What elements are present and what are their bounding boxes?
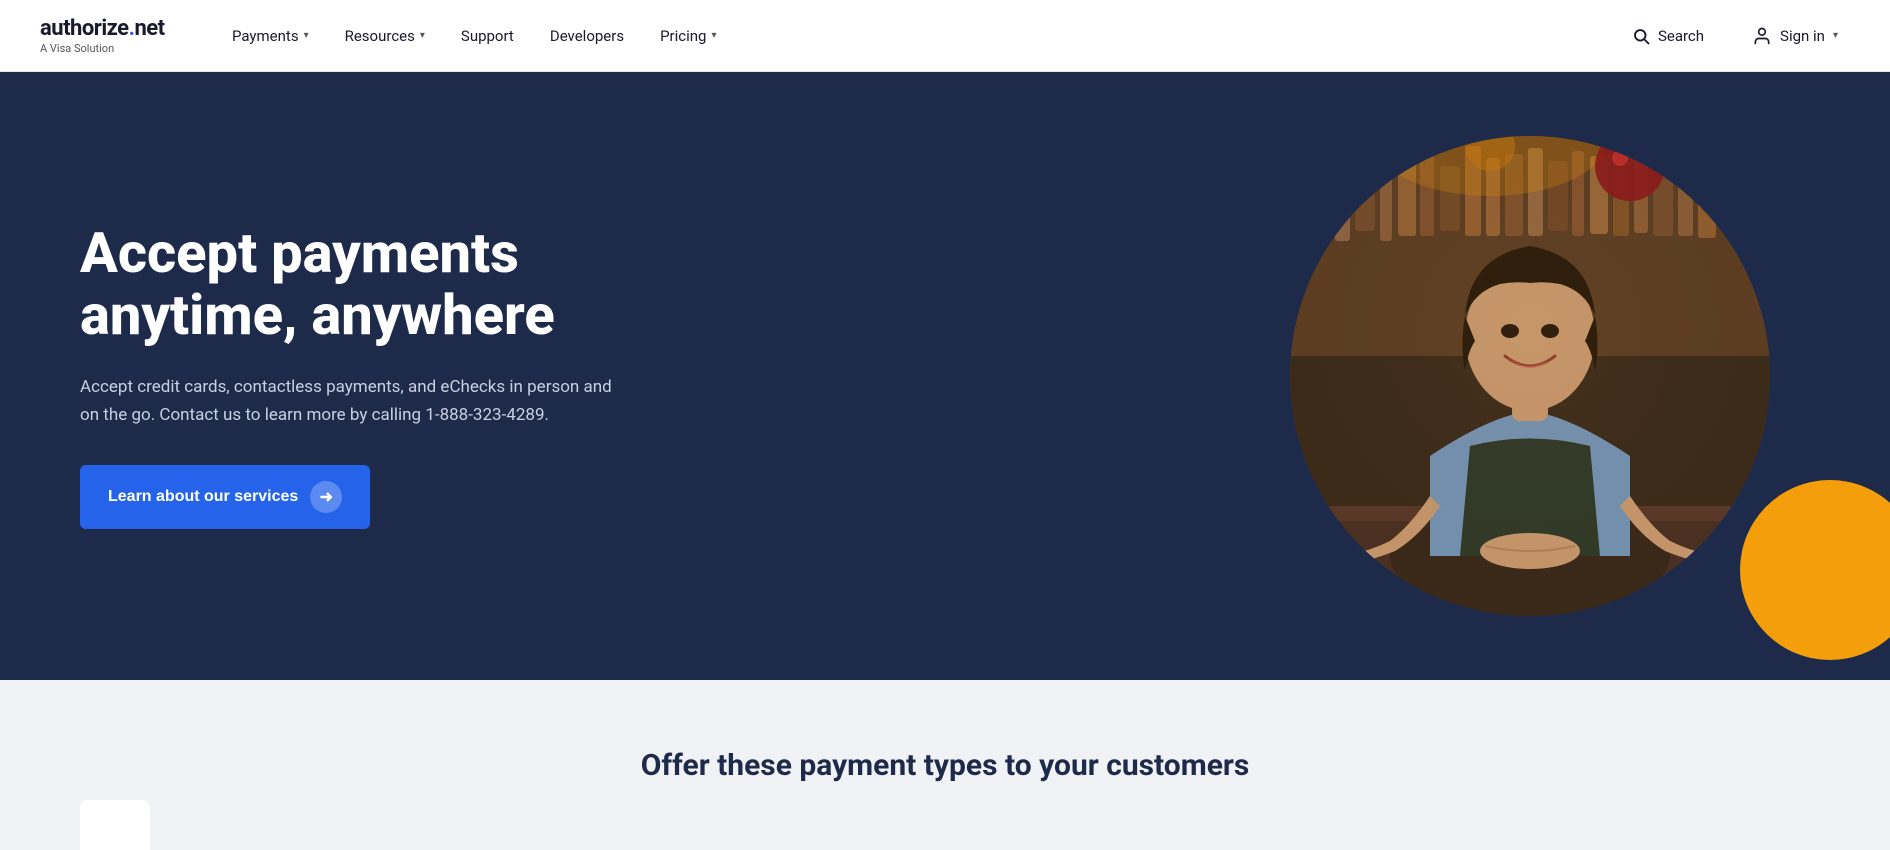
chevron-down-icon: ▾	[304, 30, 309, 41]
payment-types-title: Offer these payment types to your custom…	[641, 748, 1250, 783]
cta-label: Learn about our services	[108, 488, 298, 506]
signin-label: Sign in	[1780, 27, 1825, 45]
nav-label-developers: Developers	[550, 27, 624, 45]
hero-image-circle	[1290, 136, 1770, 616]
chevron-down-icon: ▾	[1833, 30, 1838, 41]
nav-label-payments: Payments	[232, 27, 299, 45]
bottom-section: Offer these payment types to your custom…	[0, 680, 1890, 850]
hero-title: Accept payments anytime, anywhere	[80, 223, 620, 346]
chevron-down-icon: ▾	[711, 30, 716, 41]
nav-right: Search Sign in ▾	[1620, 18, 1850, 54]
navbar: authorize.net A Visa Solution Payments ▾…	[0, 0, 1890, 72]
nav-label-pricing: Pricing	[660, 27, 706, 45]
nav-item-payments[interactable]: Payments ▾	[218, 19, 323, 53]
nav-item-support[interactable]: Support	[447, 19, 528, 53]
nav-label-resources: Resources	[345, 27, 415, 45]
white-card-hint	[80, 800, 150, 850]
logo[interactable]: authorize.net A Visa Solution	[40, 16, 170, 55]
nav-item-developers[interactable]: Developers	[536, 19, 638, 53]
logo-tagline: A Visa Solution	[40, 42, 170, 55]
hero-section: Accept payments anytime, anywhere Accept…	[0, 72, 1890, 680]
nav-label-support: Support	[461, 27, 514, 45]
nav-item-pricing[interactable]: Pricing ▾	[646, 19, 730, 53]
logo-name: authorize.net	[40, 16, 165, 41]
hero-content: Accept payments anytime, anywhere Accept…	[0, 143, 700, 609]
hero-description: Accept credit cards, contactless payment…	[80, 374, 620, 428]
signin-button[interactable]: Sign in ▾	[1740, 18, 1850, 54]
learn-services-button[interactable]: Learn about our services ➜	[80, 465, 370, 529]
chevron-down-icon: ▾	[420, 30, 425, 41]
search-button[interactable]: Search	[1620, 19, 1716, 53]
logo-text: authorize.net	[40, 16, 170, 41]
nav-item-resources[interactable]: Resources ▾	[331, 19, 439, 53]
arrow-right-icon: ➜	[310, 481, 342, 513]
hero-image-svg	[1290, 136, 1770, 616]
nav-items: Payments ▾ Resources ▾ Support Developer…	[218, 19, 1620, 53]
user-icon	[1752, 26, 1772, 46]
hero-image-area	[1290, 136, 1770, 616]
search-label: Search	[1658, 27, 1704, 45]
search-icon	[1632, 27, 1650, 45]
